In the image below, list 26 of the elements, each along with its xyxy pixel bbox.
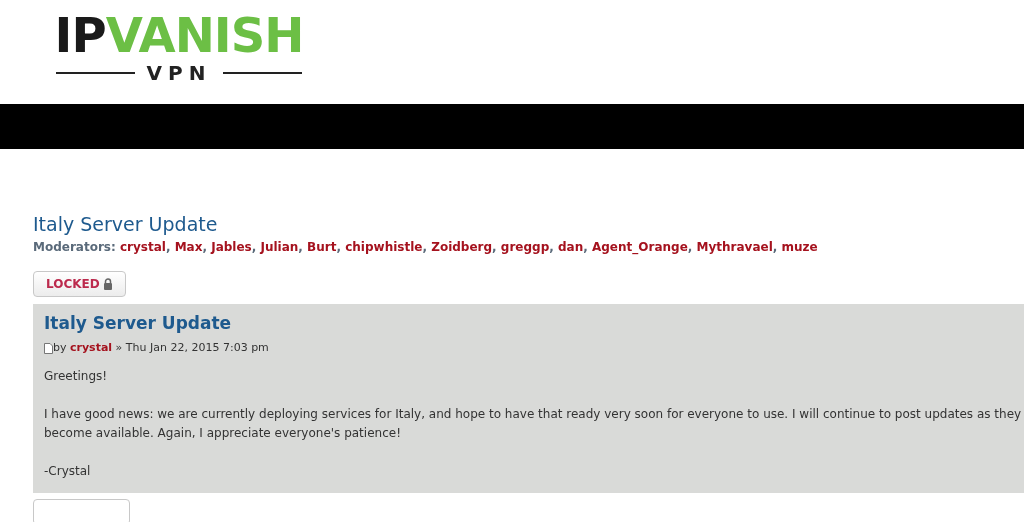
moderator-link[interactable]: crystal: [119, 240, 166, 254]
post-paragraph: I have good news: we are currently deploying services for Italy, and hope to have that ready very soon for everyone to use. I will continue to post updates as they become available. Again, I appreciate everyone's patience!: [44, 405, 1022, 442]
lock-icon: [102, 278, 113, 290]
moderator-link[interactable]: greggp: [500, 240, 550, 254]
post-paragraph: -Crystal: [44, 462, 92, 480]
locked-button[interactable]: LOCKED: [33, 271, 126, 297]
moderator-link[interactable]: Julian: [260, 240, 299, 254]
moderator-link[interactable]: Mythravael: [696, 240, 773, 254]
logo-text: IP: [54, 8, 106, 62]
post-title[interactable]: Italy Server Update: [44, 312, 1022, 334]
post-byline: by crystal » Thu Jan 22, 2015 7:03 pm: [53, 340, 269, 356]
moderator-link[interactable]: muze: [781, 240, 818, 254]
logo-text: VANISH: [105, 8, 304, 62]
moderator-link[interactable]: Jables: [211, 240, 252, 254]
moderator-link[interactable]: dan: [558, 240, 584, 254]
moderator-link[interactable]: Agent_Orange: [592, 240, 688, 254]
logo-subtitle: VPN: [146, 62, 212, 84]
document-icon[interactable]: [44, 342, 53, 354]
moderator-link[interactable]: Zoidberg: [431, 240, 493, 254]
author-link[interactable]: crystal: [70, 341, 113, 354]
moderators-line: Moderators: crystal, Max, Jables, Julian, Burt, chipwhistle, Zoidberg, greggp, dan, Agent_Orange, Mythravael, muze: [33, 239, 819, 256]
moderator-link[interactable]: Max: [174, 240, 203, 254]
moderator-link[interactable]: Burt: [307, 240, 337, 254]
moderator-link[interactable]: chipwhistle: [345, 240, 423, 254]
post-paragraph: Greetings!: [44, 367, 109, 385]
forum-title[interactable]: Italy Server Update: [33, 211, 991, 237]
